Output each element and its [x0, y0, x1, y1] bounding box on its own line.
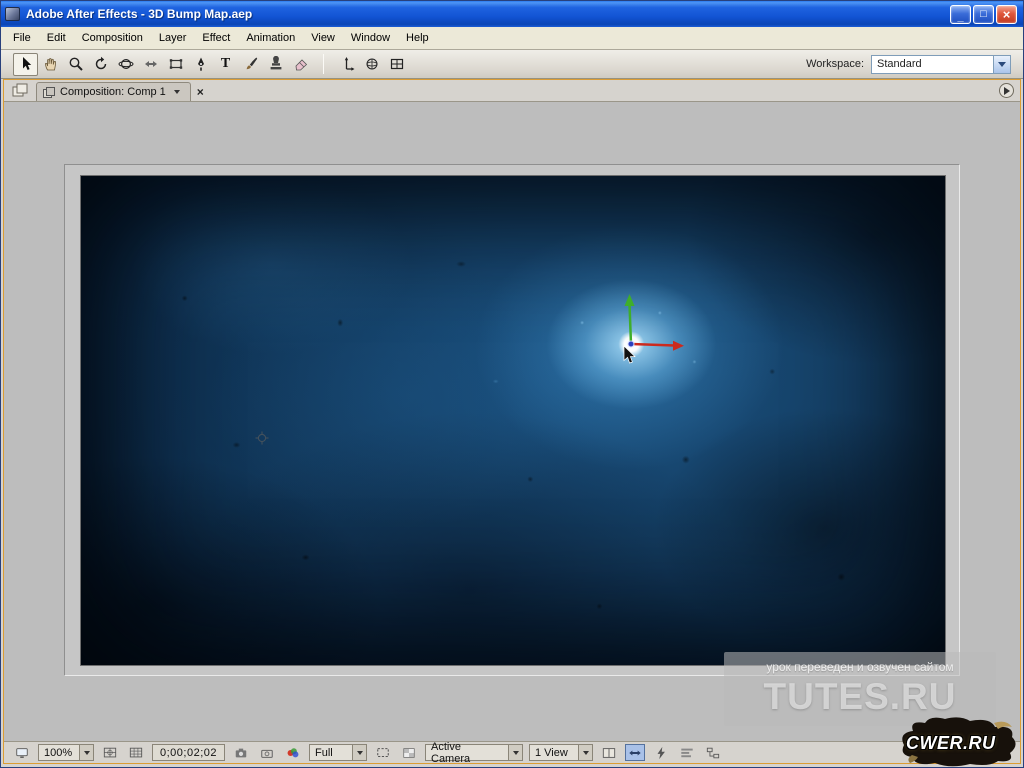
minimize-icon: _ — [957, 12, 963, 23]
workspace-dropdown-arrow-icon[interactable] — [993, 56, 1010, 73]
menu-effect[interactable]: Effect — [194, 28, 238, 48]
view-axis-mode[interactable] — [384, 53, 409, 76]
eraser-tool[interactable] — [288, 53, 313, 76]
workspace-select[interactable]: Standard — [871, 55, 1011, 74]
timecode-value: 0;00;02;02 — [160, 747, 217, 759]
viewport-area — [64, 164, 960, 676]
pan-behind-tool[interactable] — [138, 53, 163, 76]
menu-composition[interactable]: Composition — [74, 28, 151, 48]
clone-stamp-tool[interactable] — [263, 53, 288, 76]
channels-icon[interactable] — [283, 744, 303, 761]
menu-file[interactable]: File — [5, 28, 39, 48]
grid-icon[interactable] — [126, 744, 146, 761]
show-snapshot-icon[interactable] — [257, 744, 277, 761]
window-controls: _ □ × — [950, 5, 1019, 24]
region-of-interest-icon[interactable] — [373, 744, 393, 761]
workspace-label: Workspace: — [806, 58, 864, 70]
resolution-select[interactable]: Full — [309, 744, 367, 761]
world-axis-mode[interactable] — [359, 53, 384, 76]
camera-dropdown-icon[interactable] — [508, 745, 522, 760]
view-dropdown-icon[interactable] — [578, 745, 592, 760]
minimize-button[interactable]: _ — [950, 5, 971, 24]
fast-preview-icon[interactable] — [651, 744, 671, 761]
transparency-grid-icon[interactable] — [399, 744, 419, 761]
monitor-icon[interactable] — [12, 744, 32, 761]
status-bar: 100% 0;00;02;02 Full — [4, 741, 1020, 763]
resolution-dropdown-icon[interactable] — [352, 745, 366, 760]
orbit-camera-tool[interactable] — [113, 53, 138, 76]
toolbar-separator — [323, 54, 324, 74]
type-tool[interactable]: T — [213, 53, 238, 76]
app-icon[interactable] — [5, 7, 20, 21]
view-layout-icon[interactable] — [599, 744, 619, 761]
zoom-dropdown-icon[interactable] — [79, 745, 93, 760]
tab-composition[interactable]: Composition: Comp 1 — [36, 82, 191, 101]
snapshot-camera-icon[interactable] — [231, 744, 251, 761]
view-count-value: 1 View — [535, 747, 568, 759]
panel-menu-button[interactable] — [999, 83, 1014, 98]
brush-tool[interactable] — [238, 53, 263, 76]
3d-axis-widget[interactable] — [591, 284, 701, 374]
safe-zones-icon[interactable] — [100, 744, 120, 761]
maximize-button[interactable]: □ — [973, 5, 994, 24]
tab-label: Composition: Comp 1 — [60, 86, 166, 98]
composition-icon — [43, 87, 55, 98]
tool-bar: T Workspace: Standard — [1, 50, 1023, 79]
title-bar: Adobe After Effects - 3D Bump Map.aep _ … — [1, 1, 1023, 27]
zoom-tool[interactable] — [63, 53, 88, 76]
watermark-line1: урок переведен и озвучен сайтом — [766, 660, 953, 674]
view-count-select[interactable]: 1 View — [529, 744, 593, 761]
composition-viewport[interactable] — [81, 176, 945, 665]
menu-view[interactable]: View — [303, 28, 343, 48]
panel-grip-icon[interactable] — [12, 83, 30, 99]
cwer-logo: CWER.RU — [898, 715, 1020, 767]
tab-dropdown-icon[interactable] — [171, 86, 184, 99]
timeline-icon[interactable] — [677, 744, 697, 761]
cursor-arrow-icon — [623, 346, 636, 365]
hand-tool[interactable] — [38, 53, 63, 76]
menu-animation[interactable]: Animation — [238, 28, 303, 48]
tab-close-button[interactable]: × — [197, 86, 204, 98]
mask-rectangle-tool[interactable] — [163, 53, 188, 76]
rotation-tool[interactable] — [88, 53, 113, 76]
menu-help[interactable]: Help — [398, 28, 437, 48]
pen-tool[interactable] — [188, 53, 213, 76]
flowchart-icon[interactable] — [703, 744, 723, 761]
close-icon: × — [1003, 8, 1011, 21]
camera-view-value: Active Camera — [431, 741, 503, 765]
timecode-display[interactable]: 0;00;02;02 — [152, 744, 225, 761]
menu-layer[interactable]: Layer — [151, 28, 195, 48]
workspace-value: Standard — [877, 58, 922, 70]
workspace-control: Workspace: Standard — [806, 55, 1011, 74]
camera-view-select[interactable]: Active Camera — [425, 744, 523, 761]
layer-anchor-crosshair — [255, 431, 269, 445]
local-axis-mode[interactable] — [334, 53, 359, 76]
zoom-level-select[interactable]: 100% — [38, 744, 94, 761]
cwer-logo-text: CWER.RU — [906, 733, 996, 754]
watermark-line2: TUTES.RU — [764, 676, 957, 718]
type-tool-glyph: T — [221, 56, 230, 72]
pixel-aspect-icon[interactable] — [625, 744, 645, 761]
after-effects-window: Adobe After Effects - 3D Bump Map.aep _ … — [0, 0, 1024, 768]
panel-menu-arrow-icon — [1004, 87, 1010, 95]
menu-window[interactable]: Window — [343, 28, 398, 48]
maximize-icon: □ — [980, 9, 987, 20]
window-title: Adobe After Effects - 3D Bump Map.aep — [26, 7, 252, 21]
selection-tool[interactable] — [13, 53, 38, 76]
close-button[interactable]: × — [996, 5, 1017, 24]
tab-strip: Composition: Comp 1 × — [4, 80, 1020, 102]
resolution-value: Full — [315, 747, 333, 759]
zoom-level-value: 100% — [44, 747, 72, 759]
menu-bar: File Edit Composition Layer Effect Anima… — [1, 27, 1023, 50]
menu-edit[interactable]: Edit — [39, 28, 74, 48]
